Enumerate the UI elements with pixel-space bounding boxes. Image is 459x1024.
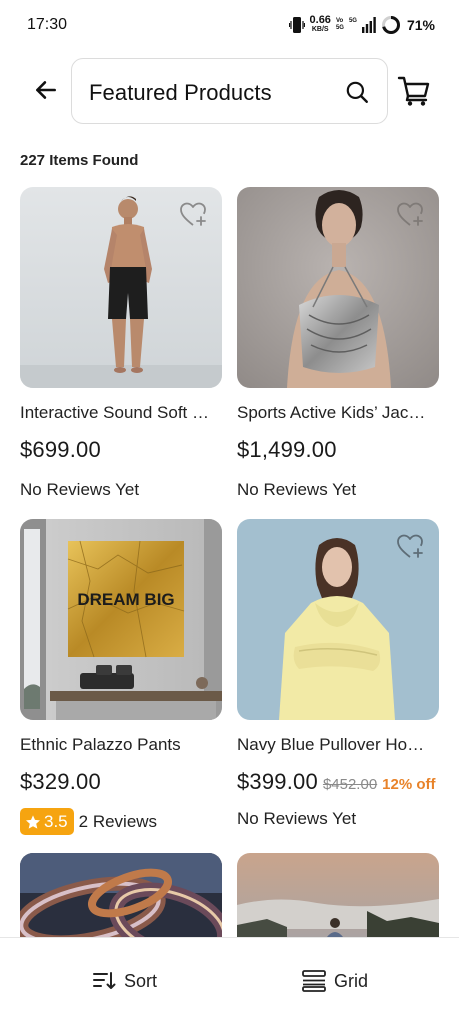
product-image[interactable] bbox=[237, 853, 439, 937]
status-time: 17:30 bbox=[27, 16, 68, 33]
heart-plus-icon bbox=[397, 534, 423, 558]
product-card[interactable] bbox=[237, 853, 439, 937]
product-image[interactable] bbox=[20, 187, 222, 388]
favorite-button[interactable] bbox=[180, 201, 208, 229]
vibrate-icon bbox=[288, 17, 305, 33]
product-card[interactable]: DREAM BIG Ethnic Palazzo Pants $329.00 3… bbox=[20, 519, 222, 835]
cart-icon bbox=[397, 76, 430, 106]
product-card[interactable] bbox=[20, 853, 222, 937]
battery-percent: 71% bbox=[406, 17, 435, 33]
sort-label: Sort bbox=[124, 970, 158, 991]
product-price: $399.00 bbox=[237, 769, 318, 794]
rating-row: 3.5 2 Reviews bbox=[20, 808, 157, 835]
product-image[interactable]: DREAM BIG bbox=[20, 519, 222, 720]
network-type: 5G bbox=[348, 18, 357, 24]
search-box[interactable]: Featured Products bbox=[71, 58, 388, 124]
favorite-button[interactable] bbox=[397, 533, 425, 561]
product-photo-gold-canvas: DREAM BIG bbox=[20, 519, 222, 720]
price-row: $329.00 bbox=[20, 769, 101, 795]
rating-value: 3.5 bbox=[44, 811, 68, 831]
discount-badge: 12% off bbox=[382, 776, 436, 793]
product-title[interactable]: Navy Blue Pullover Ho… bbox=[237, 735, 439, 755]
grid-button[interactable]: Grid bbox=[302, 968, 368, 994]
product-price: $1,499.00 bbox=[237, 437, 337, 462]
search-icon bbox=[346, 81, 368, 103]
cart-button[interactable] bbox=[396, 73, 432, 109]
volte-indicator: Vo 5G bbox=[335, 18, 344, 31]
price-row: $699.00 bbox=[20, 437, 101, 463]
product-price: $329.00 bbox=[20, 769, 101, 794]
product-title[interactable]: Interactive Sound Soft … bbox=[20, 403, 222, 423]
product-photo-abstract-rings bbox=[20, 853, 222, 937]
items-found-count: 227 Items Found bbox=[20, 152, 139, 169]
canvas-text: DREAM BIG bbox=[77, 590, 174, 609]
status-icons: 0.66 KB/S Vo 5G 5G 71% bbox=[288, 13, 435, 37]
product-image[interactable] bbox=[20, 853, 222, 937]
rating-badge: 3.5 bbox=[20, 808, 74, 835]
star-icon bbox=[26, 814, 40, 829]
arrow-left-icon bbox=[36, 81, 56, 99]
product-card[interactable]: Navy Blue Pullover Ho… $399.00 $452.00 1… bbox=[237, 519, 439, 828]
favorite-button[interactable] bbox=[397, 201, 425, 229]
price-row: $1,499.00 bbox=[237, 437, 337, 463]
sort-button[interactable]: Sort bbox=[92, 968, 157, 994]
search-input[interactable]: Featured Products bbox=[89, 80, 272, 106]
back-button[interactable] bbox=[28, 72, 64, 108]
price-row: $399.00 $452.00 12% off bbox=[237, 769, 436, 795]
product-reviews: 2 Reviews bbox=[78, 811, 158, 831]
network-speed: 0.66 KB/S bbox=[309, 14, 331, 34]
product-reviews: No Reviews Yet bbox=[237, 480, 357, 499]
product-card[interactable]: Sports Active Kids’ Jac… $1,499.00 No Re… bbox=[237, 187, 439, 499]
status-bar: 17:30 0.66 KB/S Vo 5G 5G 71% bbox=[0, 0, 459, 52]
heart-plus-icon bbox=[397, 202, 423, 226]
heart-plus-icon bbox=[180, 202, 206, 226]
product-photo-clouds bbox=[237, 853, 439, 937]
search-button[interactable] bbox=[343, 78, 371, 106]
product-image[interactable] bbox=[237, 519, 439, 720]
product-title[interactable]: Ethnic Palazzo Pants bbox=[20, 735, 222, 755]
grid-view-icon bbox=[302, 970, 326, 992]
bottom-bar: Sort Grid bbox=[0, 937, 459, 1024]
product-reviews: No Reviews Yet bbox=[237, 809, 357, 828]
header: Featured Products bbox=[0, 56, 459, 126]
grid-label: Grid bbox=[334, 970, 369, 991]
original-price: $452.00 bbox=[322, 776, 378, 793]
product-reviews: No Reviews Yet bbox=[20, 480, 140, 499]
signal-icon bbox=[361, 17, 376, 33]
product-title[interactable]: Sports Active Kids’ Jac… bbox=[237, 403, 439, 423]
product-image[interactable] bbox=[237, 187, 439, 388]
product-price: $699.00 bbox=[20, 437, 101, 462]
product-card[interactable]: Interactive Sound Soft … $699.00 No Revi… bbox=[20, 187, 222, 499]
battery-ring-icon bbox=[381, 16, 400, 34]
sort-icon bbox=[93, 972, 116, 989]
